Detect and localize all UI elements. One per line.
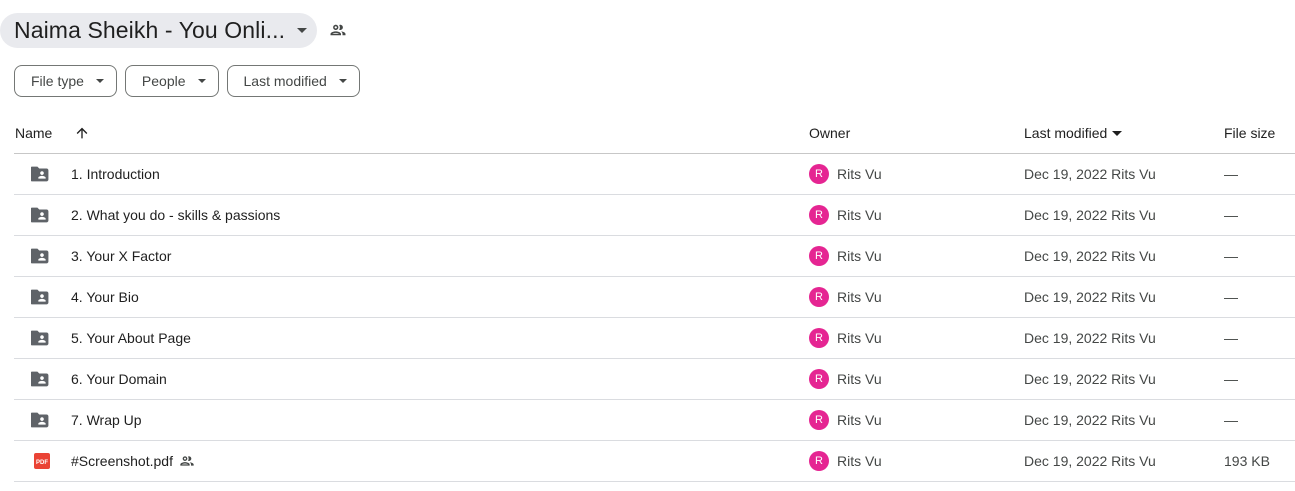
pdf-badge-text: PDF: [36, 460, 48, 466]
shared-folder-icon: [30, 318, 54, 358]
owner-cell: R Rits Vu: [809, 236, 882, 276]
file-name-text: 5. Your About Page: [71, 330, 191, 346]
last-modified-column-label: Last modified: [1024, 125, 1108, 141]
table-row[interactable]: 2. What you do - skills & passions R Rits …: [14, 195, 1295, 236]
owner-cell: R Rits Vu: [809, 359, 882, 399]
avatar: R: [809, 164, 829, 184]
table-row[interactable]: 7. Wrap Up R Rits Vu Dec 19, 2022 Rits Vu —: [14, 400, 1295, 441]
sort-dropdown-icon: [1112, 130, 1123, 136]
file-type-filter[interactable]: File type: [14, 65, 117, 97]
avatar: R: [809, 246, 829, 266]
shared-folder-icon: [30, 277, 54, 317]
last-modified-cell: Dec 19, 2022 Rits Vu: [1024, 289, 1156, 305]
dropdown-arrow-icon: [338, 79, 347, 83]
shared-folder-icon: [30, 400, 54, 440]
owner-column-header[interactable]: Owner: [809, 113, 850, 153]
file-name-text: 2. What you do - skills & passions: [71, 207, 281, 223]
people-icon[interactable]: [329, 21, 347, 39]
folder-title-button[interactable]: Naima Sheikh - You Onli...: [0, 12, 318, 48]
file-size-cell: —: [1224, 330, 1238, 346]
owner-name: Rits Vu: [837, 207, 882, 223]
owner-cell: R Rits Vu: [809, 277, 882, 317]
last-modified-cell: Dec 19, 2022 Rits Vu: [1024, 371, 1156, 387]
file-name-text: #Screenshot.pdf: [71, 453, 173, 469]
file-size-cell: —: [1224, 248, 1238, 264]
file-size-cell: 193 KB: [1224, 453, 1270, 469]
owner-name: Rits Vu: [837, 248, 882, 264]
table-row[interactable]: PDF #Screenshot.pdf R Rits Vu Dec 19, 2022 R…: [14, 441, 1295, 482]
owner-name: Rits Vu: [837, 289, 882, 305]
file-name: 3. Your X Factor: [71, 236, 171, 276]
owner-name: Rits Vu: [837, 330, 882, 346]
owner-name: Rits Vu: [837, 371, 882, 387]
filter-bar: File type People Last modified: [14, 65, 360, 97]
owner-cell: R Rits Vu: [809, 154, 882, 194]
shared-folder-icon: [30, 154, 54, 194]
file-name-text: 7. Wrap Up: [71, 412, 142, 428]
file-size-cell: —: [1224, 207, 1238, 223]
shared-folder-icon: [30, 195, 54, 235]
last-modified-cell: Dec 19, 2022 Rits Vu: [1024, 330, 1156, 346]
last-modified-cell: Dec 19, 2022 Rits Vu: [1024, 207, 1156, 223]
shared-people-icon: [179, 453, 195, 469]
breadcrumb: Naima Sheikh - You Onli...: [0, 12, 347, 48]
file-type-filter-label: File type: [31, 73, 84, 89]
file-name-text: 1. Introduction: [71, 166, 160, 182]
file-size-column-header[interactable]: File size: [1224, 113, 1275, 153]
avatar: R: [809, 328, 829, 348]
owner-cell: R Rits Vu: [809, 195, 882, 235]
pdf-icon: PDF: [30, 441, 54, 481]
owner-name: Rits Vu: [837, 412, 882, 428]
owner-cell: R Rits Vu: [809, 400, 882, 440]
file-name: 6. Your Domain: [71, 359, 167, 399]
file-size-cell: —: [1224, 166, 1238, 182]
shared-folder-icon: [30, 236, 54, 276]
file-name: 2. What you do - skills & passions: [71, 195, 280, 235]
owner-cell: R Rits Vu: [809, 318, 882, 358]
sort-ascending-icon[interactable]: [74, 113, 90, 153]
last-modified-cell: Dec 19, 2022 Rits Vu: [1024, 166, 1156, 182]
file-name: 7. Wrap Up: [71, 400, 142, 440]
last-modified-cell: Dec 19, 2022 Rits Vu: [1024, 248, 1156, 264]
chevron-down-icon: [285, 18, 309, 42]
avatar: R: [809, 410, 829, 430]
dropdown-arrow-icon: [95, 79, 104, 83]
name-column-header[interactable]: Name: [15, 113, 52, 153]
avatar: R: [809, 451, 829, 471]
file-size-cell: —: [1224, 289, 1238, 305]
last-modified-filter[interactable]: Last modified: [226, 65, 360, 97]
file-name: 1. Introduction: [71, 154, 160, 194]
people-filter-label: People: [141, 73, 186, 89]
avatar: R: [809, 369, 829, 389]
people-filter[interactable]: People: [124, 65, 219, 97]
table-row[interactable]: 6. Your Domain R Rits Vu Dec 19, 2022 Rits …: [14, 359, 1295, 400]
file-name-text: 6. Your Domain: [71, 371, 167, 387]
page-title: Naima Sheikh - You Onli...: [14, 16, 286, 43]
file-name-text: 4. Your Bio: [71, 289, 139, 305]
file-name: #Screenshot.pdf: [71, 441, 195, 481]
owner-cell: R Rits Vu: [809, 441, 882, 481]
table-row[interactable]: 5. Your About Page R Rits Vu Dec 19, 2022 R…: [14, 318, 1295, 359]
file-name: 5. Your About Page: [71, 318, 191, 358]
owner-name: Rits Vu: [837, 453, 882, 469]
owner-name: Rits Vu: [837, 166, 882, 182]
file-table: Name Owner Last modified File size 1. In…: [14, 113, 1295, 482]
last-modified-filter-label: Last modified: [243, 73, 327, 89]
table-row[interactable]: 1. Introduction R Rits Vu Dec 19, 2022 Rits…: [14, 154, 1295, 195]
last-modified-column-header[interactable]: Last modified: [1024, 113, 1123, 153]
last-modified-cell: Dec 19, 2022 Rits Vu: [1024, 453, 1156, 469]
file-size-cell: —: [1224, 371, 1238, 387]
avatar: R: [809, 205, 829, 225]
table-header: Name Owner Last modified File size: [14, 113, 1295, 154]
file-name-text: 3. Your X Factor: [71, 248, 172, 264]
file-name: 4. Your Bio: [71, 277, 139, 317]
avatar: R: [809, 287, 829, 307]
shared-folder-icon: [30, 359, 54, 399]
dropdown-arrow-icon: [197, 79, 206, 83]
table-row[interactable]: 4. Your Bio R Rits Vu Dec 19, 2022 Rits Vu —: [14, 277, 1295, 318]
last-modified-cell: Dec 19, 2022 Rits Vu: [1024, 412, 1156, 428]
table-row[interactable]: 3. Your X Factor R Rits Vu Dec 19, 2022 Rit…: [14, 236, 1295, 277]
file-size-cell: —: [1224, 412, 1238, 428]
